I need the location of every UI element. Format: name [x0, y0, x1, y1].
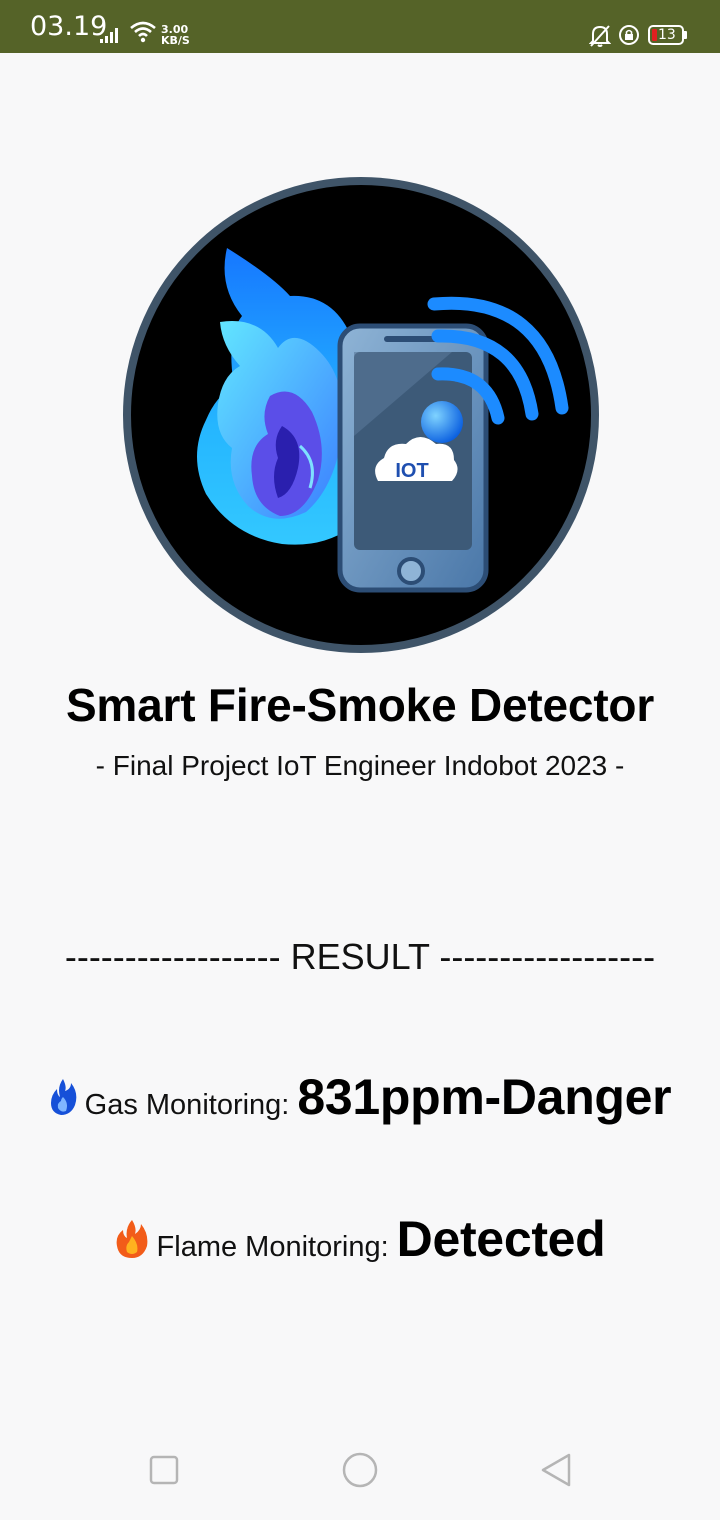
- fire-icon: [116, 1220, 147, 1258]
- status-time: 03.19: [30, 11, 108, 42]
- status-bar: 03.19 3.00 KB/S 13: [0, 0, 720, 53]
- home-icon: [342, 1452, 378, 1488]
- rotation-lock-icon: [619, 25, 639, 45]
- recent-apps-icon: [149, 1455, 179, 1485]
- result-header: ------------------ RESULT --------------…: [64, 936, 656, 977]
- blue-flame-icon: [50, 1079, 76, 1115]
- flame-monitoring-row: Flame Monitoring: Detected: [0, 1210, 720, 1268]
- recent-apps-button[interactable]: [144, 1450, 184, 1490]
- signal-icon: [100, 28, 118, 43]
- back-button[interactable]: [536, 1450, 576, 1490]
- app-title: Smart Fire-Smoke Detector: [65, 679, 655, 731]
- app-subtitle: - Final Project IoT Engineer Indobot 202…: [95, 750, 625, 781]
- battery-icon: 13: [648, 25, 687, 45]
- bell-muted-icon: [589, 25, 611, 47]
- flame-monitoring-label: Flame Monitoring:: [156, 1231, 389, 1263]
- network-speed: 3.00 KB/S: [161, 23, 190, 47]
- flame-monitoring-value: Detected: [396, 1211, 606, 1267]
- wifi-icon: [130, 21, 156, 43]
- home-button[interactable]: [340, 1450, 380, 1490]
- battery-level: 13: [658, 27, 676, 43]
- gas-monitoring-label: Gas Monitoring:: [84, 1089, 290, 1121]
- back-icon: [541, 1453, 571, 1487]
- iot-badge: IOT: [395, 460, 428, 482]
- iot-fire-phone-logo: IOT: [123, 177, 599, 653]
- navigation-bar: [0, 1420, 720, 1520]
- gas-monitoring-row: Gas Monitoring: 831ppm-Danger: [0, 1068, 720, 1126]
- gas-monitoring-value: 831ppm-Danger: [297, 1069, 672, 1125]
